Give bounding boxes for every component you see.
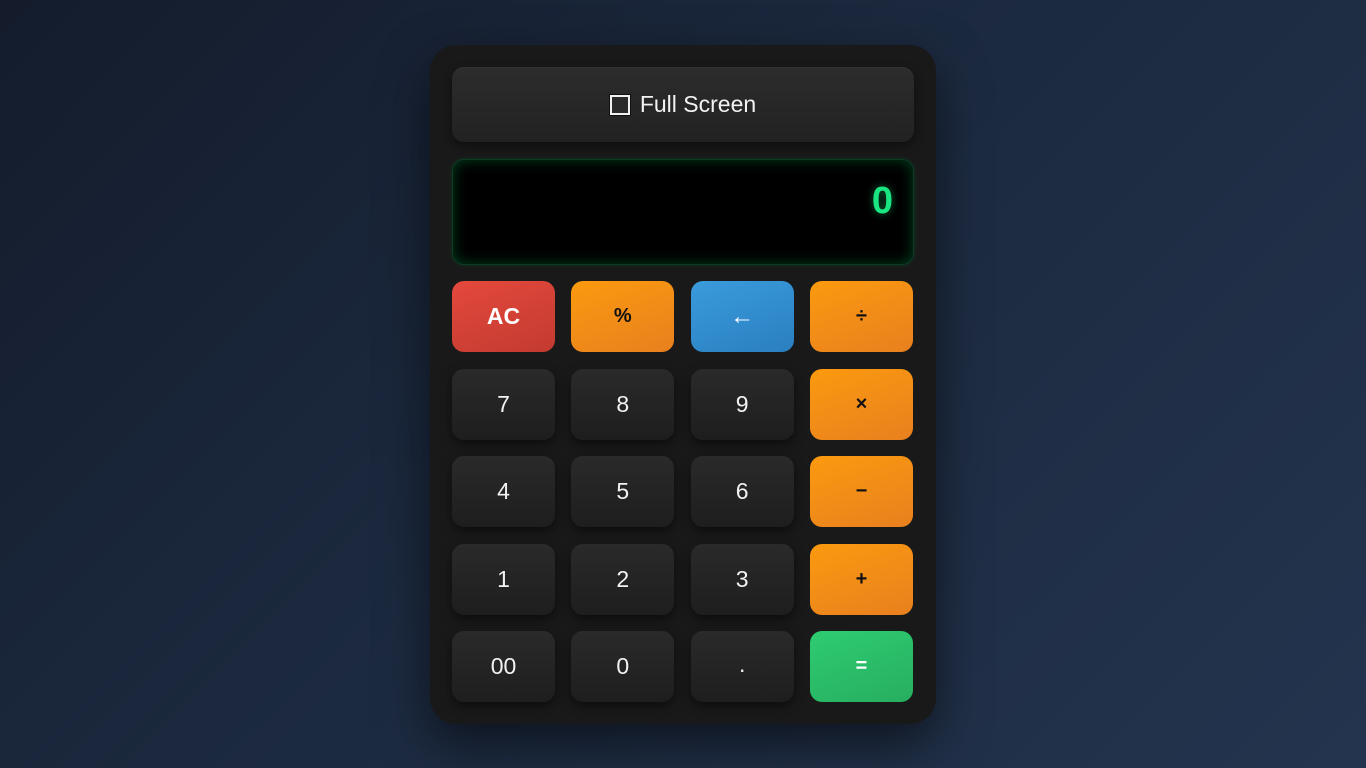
- digit-9-button[interactable]: 9: [690, 368, 794, 440]
- decimal-button[interactable]: .: [690, 631, 794, 702]
- digit-0-button[interactable]: 0: [571, 631, 675, 702]
- digit-1-button[interactable]: 1: [452, 543, 555, 615]
- multiply-button[interactable]: ×: [809, 368, 913, 440]
- display-value: 0: [871, 180, 893, 222]
- percent-button[interactable]: %: [571, 281, 675, 352]
- digit-6-button[interactable]: 6: [690, 456, 794, 527]
- digit-3-button[interactable]: 3: [690, 543, 794, 615]
- clear-button[interactable]: AC: [452, 281, 555, 352]
- add-button[interactable]: +: [809, 543, 913, 615]
- digit-8-button[interactable]: 8: [571, 368, 675, 440]
- subtract-button[interactable]: −: [809, 456, 913, 527]
- digit-4-button[interactable]: 4: [452, 456, 555, 527]
- backspace-button[interactable]: ←: [690, 281, 794, 352]
- fullscreen-toggle[interactable]: Full Screen: [452, 67, 914, 142]
- fullscreen-checkbox[interactable]: [608, 93, 631, 116]
- double-zero-button[interactable]: 00: [452, 631, 555, 702]
- fullscreen-label: Full Screen: [639, 91, 757, 117]
- divide-button[interactable]: ÷: [809, 281, 913, 352]
- equals-button[interactable]: =: [809, 631, 913, 702]
- calculator-display: 0: [452, 159, 914, 265]
- digit-2-button[interactable]: 2: [571, 543, 675, 615]
- calculator: Full Screen 0 AC % ← ÷ 7 8 9 × 4 5 6 − 1…: [430, 45, 936, 724]
- digit-5-button[interactable]: 5: [571, 456, 675, 527]
- digit-7-button[interactable]: 7: [452, 368, 555, 440]
- keypad: AC % ← ÷ 7 8 9 × 4 5 6 − 1 2 3 + 00 0 . …: [452, 281, 914, 702]
